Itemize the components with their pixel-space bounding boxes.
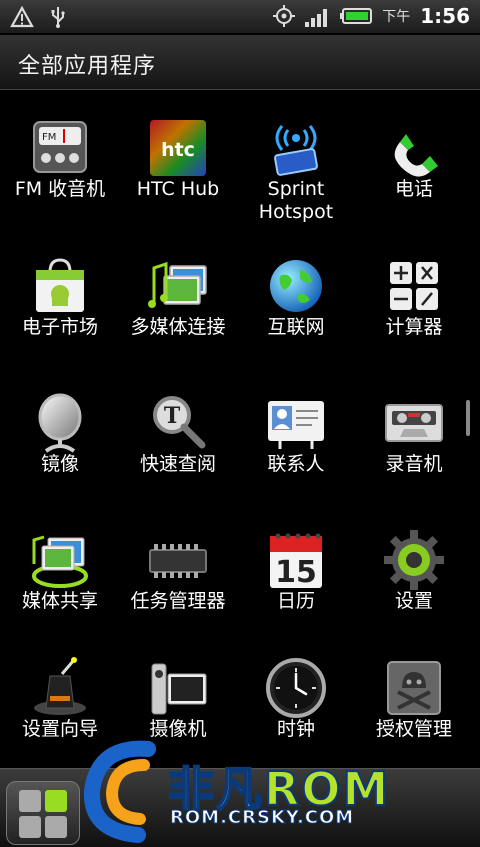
signal-icon — [305, 9, 328, 27]
market-icon — [36, 258, 84, 312]
app-item-sprint-hotspot[interactable]: Sprint Hotspot — [236, 100, 356, 230]
usb-icon — [51, 7, 65, 28]
superuser-icon — [387, 661, 441, 715]
time-ampm: 下午 — [382, 9, 411, 25]
app-label: 授权管理 — [375, 718, 452, 740]
app-label: 互联网 — [267, 316, 325, 338]
page-title: 全部应用程序 — [18, 54, 157, 79]
grid-cell-icon — [19, 816, 41, 838]
status-bar: 下午 1:56 — [0, 0, 480, 34]
grid-cell-icon — [45, 816, 67, 838]
contacts-icon — [268, 401, 324, 449]
phone-icon — [394, 134, 438, 177]
app-item-superuser[interactable]: 授权管理 — [354, 640, 474, 770]
app-label: 镜像 — [40, 453, 79, 475]
task-manager-icon — [149, 544, 207, 578]
title-bar: 全部应用程序 — [0, 35, 480, 90]
app-item-mirror[interactable]: 镜像 — [0, 375, 120, 505]
battery-icon — [340, 8, 373, 24]
hotspot-icon — [274, 125, 318, 176]
app-item-task-manager[interactable]: 任务管理器 — [118, 512, 238, 642]
camcorder-icon — [151, 663, 207, 715]
svg-text:T: T — [164, 403, 181, 429]
warning-icon — [10, 5, 34, 28]
app-item-market[interactable]: 电子市场 — [0, 238, 120, 368]
app-label: 日历 — [276, 590, 315, 612]
app-label: FM 收音机 — [14, 178, 106, 200]
fm-radio-icon: FM — [33, 121, 87, 173]
gps-icon — [273, 5, 296, 27]
app-label: 时钟 — [276, 718, 315, 740]
clock-icon — [266, 658, 326, 718]
app-label: 计算器 — [385, 316, 443, 338]
app-label: 电子市场 — [21, 316, 98, 338]
calculator-icon — [390, 262, 438, 310]
app-label: 设置向导 — [21, 718, 98, 740]
app-item-settings[interactable]: 设置 — [354, 512, 474, 642]
app-item-htc-hub[interactable]: htc HTC Hub — [118, 100, 238, 230]
all-apps-button[interactable] — [6, 781, 80, 845]
clock-time: 1:56 — [420, 4, 470, 28]
app-label: 任务管理器 — [130, 590, 226, 612]
media-share-icon — [32, 535, 88, 588]
setup-wizard-icon — [34, 657, 86, 715]
quick-lookup-icon: T — [153, 396, 206, 449]
app-item-camcorder[interactable]: 摄像机 — [118, 640, 238, 770]
app-label: 摄像机 — [149, 718, 207, 740]
media-link-icon — [148, 261, 207, 308]
calendar-day: 15 — [275, 555, 317, 590]
bottom-dock — [0, 768, 480, 847]
mirror-icon — [38, 393, 82, 453]
app-label: 快速查阅 — [139, 453, 216, 475]
app-label: Sprint Hotspot — [258, 178, 334, 223]
app-item-phone[interactable]: 电话 — [354, 100, 474, 230]
svg-text:FM: FM — [42, 132, 56, 143]
recorder-icon — [385, 404, 443, 442]
app-label: 电话 — [394, 178, 433, 200]
app-label: HTC Hub — [136, 178, 220, 200]
app-label: 多媒体连接 — [130, 316, 226, 338]
calendar-icon: 15 — [270, 533, 322, 590]
app-item-setup-wizard[interactable]: 设置向导 — [0, 640, 120, 770]
app-item-fm-radio[interactable]: FM FM 收音机 — [0, 100, 120, 230]
grid-cell-icon — [45, 790, 67, 812]
app-label: 媒体共享 — [21, 590, 98, 612]
app-item-recorder[interactable]: 录音机 — [354, 375, 474, 505]
app-item-internet[interactable]: 互联网 — [236, 238, 356, 368]
app-item-calculator[interactable]: 计算器 — [354, 238, 474, 368]
app-item-calendar[interactable]: 15 日历 — [236, 512, 356, 642]
settings-gear-icon — [384, 530, 444, 590]
app-item-contacts[interactable]: 联系人 — [236, 375, 356, 505]
grid-cell-icon — [19, 790, 41, 812]
svg-text:htc: htc — [161, 139, 195, 161]
app-item-media-share[interactable]: 媒体共享 — [0, 512, 120, 642]
app-item-media-link[interactable]: 多媒体连接 — [118, 238, 238, 368]
app-label: 联系人 — [267, 453, 325, 475]
globe-icon — [270, 260, 322, 312]
app-item-clock[interactable]: 时钟 — [236, 640, 356, 770]
scroll-indicator[interactable] — [466, 400, 470, 436]
app-label: 录音机 — [385, 453, 443, 475]
app-label: 设置 — [394, 590, 433, 612]
htc-hub-icon: htc — [150, 120, 206, 176]
app-item-quick-lookup[interactable]: T 快速查阅 — [118, 375, 238, 505]
